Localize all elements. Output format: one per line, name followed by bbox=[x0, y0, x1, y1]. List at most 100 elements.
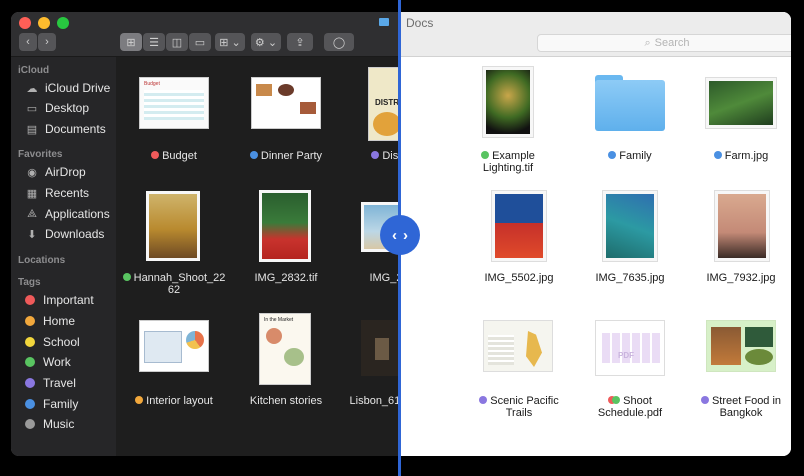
sidebar-tag-family[interactable]: Family bbox=[23, 395, 78, 413]
sidebar-tag-music[interactable]: Music bbox=[23, 415, 74, 433]
file-label-kitchen-stories[interactable]: Kitchen stories bbox=[226, 395, 346, 407]
sidebar-item-label: Music bbox=[43, 417, 75, 431]
file-label-dinner-party[interactable]: Dinner Party bbox=[226, 150, 346, 162]
file-thumbnail-farm[interactable] bbox=[706, 78, 776, 128]
sidebar-item-label: Home bbox=[43, 314, 76, 328]
file-thumbnail-img-7932[interactable] bbox=[715, 191, 769, 261]
sidebar-item-label: AirDrop bbox=[45, 165, 86, 179]
file-label-hannah-shoot[interactable]: Hannah_Shoot_22 62 bbox=[114, 272, 234, 296]
file-label-lisbon-mov[interactable]: Lisbon_61695.mov bbox=[336, 395, 400, 407]
sidebar-tag-school[interactable]: School bbox=[23, 333, 80, 351]
file-label-img-2832[interactable]: IMG_2832.tif bbox=[226, 272, 346, 284]
photo-block bbox=[262, 193, 308, 259]
thumb-title: In the Market bbox=[264, 317, 294, 323]
file-label-family[interactable]: Family bbox=[570, 150, 690, 162]
tag-dot-icon bbox=[608, 151, 617, 159]
sidebar-item-airdrop[interactable]: ◉ AirDrop bbox=[25, 163, 86, 181]
file-label-shoot-schedule[interactable]: Shoot Schedule.pdf bbox=[570, 395, 690, 419]
light-mode-pane: Docs ⌕ Search Example Lighting.tif Family … bbox=[400, 12, 791, 456]
file-name: Trails bbox=[505, 407, 533, 419]
photo-block bbox=[256, 84, 272, 96]
file-name: Hannah_Shoot_22 bbox=[133, 272, 226, 284]
chevron-left-icon: ‹ bbox=[392, 226, 397, 244]
gallery-view-button[interactable]: ▭ bbox=[189, 33, 211, 51]
file-name: Kitchen stories bbox=[249, 395, 323, 407]
window-title: Docs bbox=[406, 16, 434, 30]
tag-dot-icon bbox=[25, 316, 35, 326]
sidebar-item-label: Travel bbox=[43, 376, 76, 390]
forward-button[interactable]: › bbox=[38, 33, 56, 51]
photo-block bbox=[375, 338, 389, 360]
group-button[interactable]: ⊞ ⌄ bbox=[215, 33, 245, 51]
chevron-right-icon: › bbox=[403, 226, 408, 244]
file-label-farm[interactable]: Farm.jpg bbox=[681, 150, 791, 162]
tag-dot-icon bbox=[25, 378, 35, 388]
back-button[interactable]: ‹ bbox=[19, 33, 37, 51]
file-thumbnail-street-food[interactable] bbox=[706, 320, 776, 372]
file-thumbnail-district-market[interactable]: DISTRICT bbox=[368, 67, 400, 141]
file-label-img-7635[interactable]: IMG_7635.jpg bbox=[570, 272, 690, 284]
thumb-title: DISTRICT bbox=[375, 98, 400, 107]
tags-button[interactable]: ◯ bbox=[324, 33, 354, 51]
file-label-interior-layout[interactable]: Interior layout bbox=[114, 395, 234, 407]
file-label-street-food[interactable]: Street Food in Bangkok bbox=[681, 395, 791, 419]
file-label-scenic-pacific-trails[interactable]: Scenic Pacific Trails bbox=[459, 395, 579, 419]
photo-block bbox=[149, 194, 197, 258]
file-thumbnail-kitchen-stories[interactable]: In the Market bbox=[259, 313, 311, 385]
action-button[interactable]: ⚙ ⌄ bbox=[251, 33, 281, 51]
sidebar-item-label: iCloud Drive bbox=[45, 81, 111, 95]
sidebar-section-tags: Tags bbox=[18, 277, 41, 288]
zoom-button[interactable] bbox=[57, 17, 69, 29]
close-button[interactable] bbox=[19, 17, 31, 29]
file-label-img-7932[interactable]: IMG_7932.jpg bbox=[681, 272, 791, 284]
sidebar-tag-travel[interactable]: Travel bbox=[23, 374, 76, 392]
tag-dot-icon bbox=[700, 396, 709, 404]
file-name: IMG_7635.jpg bbox=[595, 272, 665, 284]
search-input[interactable]: ⌕ Search bbox=[537, 34, 791, 52]
file-label-example-lighting[interactable]: Example Lighting.tif bbox=[448, 150, 568, 174]
file-label-budget[interactable]: Budget bbox=[114, 150, 234, 162]
photo-block bbox=[718, 194, 766, 258]
file-thumbnail-interior-layout[interactable] bbox=[139, 320, 209, 372]
icon-view-button[interactable]: ⊞ bbox=[120, 33, 142, 51]
comparison-slider-handle[interactable]: ‹ › bbox=[380, 215, 420, 255]
sidebar-item-desktop[interactable]: ▭ Desktop bbox=[25, 99, 89, 117]
photo-block bbox=[486, 70, 530, 134]
tag-dot-icon bbox=[713, 151, 722, 159]
sidebar-item-applications[interactable]: ⟁ Applications bbox=[25, 205, 110, 223]
file-label-img-2839[interactable]: IMG_2839.jpg bbox=[344, 272, 400, 284]
folder-family[interactable] bbox=[595, 75, 665, 131]
file-thumbnail-img-2832[interactable] bbox=[259, 190, 311, 262]
photo-block bbox=[373, 112, 400, 136]
file-thumbnail-budget[interactable]: Budget bbox=[139, 77, 209, 129]
file-thumbnail-img-5502[interactable] bbox=[492, 191, 546, 261]
sidebar-item-downloads[interactable]: ⬇ Downloads bbox=[25, 225, 104, 243]
sidebar-item-documents[interactable]: ▤ Documents bbox=[25, 120, 106, 138]
list-view-button[interactable]: ☰ bbox=[143, 33, 165, 51]
photo-block bbox=[284, 348, 304, 366]
file-thumbnail-img-7635[interactable] bbox=[603, 191, 657, 261]
file-label-district-market[interactable]: District Market bbox=[352, 150, 400, 162]
file-name: Lisbon_61695.mov bbox=[349, 395, 400, 407]
sidebar-item-recents[interactable]: ▦ Recents bbox=[25, 184, 89, 202]
column-view-button[interactable]: ◫ bbox=[166, 33, 188, 51]
file-thumbnail-lisbon-mov[interactable] bbox=[361, 320, 400, 376]
sidebar-tag-work[interactable]: Work bbox=[23, 353, 71, 371]
sidebar-tag-home[interactable]: Home bbox=[23, 312, 75, 330]
file-thumbnail-scenic-pacific-trails[interactable] bbox=[483, 320, 553, 372]
file-thumbnail-hannah-shoot[interactable] bbox=[146, 191, 200, 261]
sidebar-item-label: Work bbox=[43, 355, 71, 369]
sidebar-item-label: School bbox=[43, 335, 80, 349]
sidebar-item-icloud-drive[interactable]: ☁ iCloud Drive bbox=[25, 79, 111, 97]
file-label-img-5502[interactable]: IMG_5502.jpg bbox=[459, 272, 579, 284]
thumb-title: Budget bbox=[144, 81, 160, 87]
file-thumbnail-shoot-schedule[interactable]: PDF bbox=[595, 320, 665, 376]
sidebar-section-locations: Locations bbox=[18, 255, 66, 266]
minimize-button[interactable] bbox=[38, 17, 50, 29]
file-thumbnail-example-lighting[interactable] bbox=[483, 67, 533, 137]
share-button[interactable]: ⇪ bbox=[287, 33, 313, 51]
file-name: Dinner Party bbox=[260, 150, 323, 162]
sidebar-tag-important[interactable]: Important bbox=[23, 291, 94, 309]
file-name: IMG_2832.tif bbox=[254, 272, 318, 284]
file-thumbnail-dinner-party[interactable] bbox=[251, 77, 321, 129]
